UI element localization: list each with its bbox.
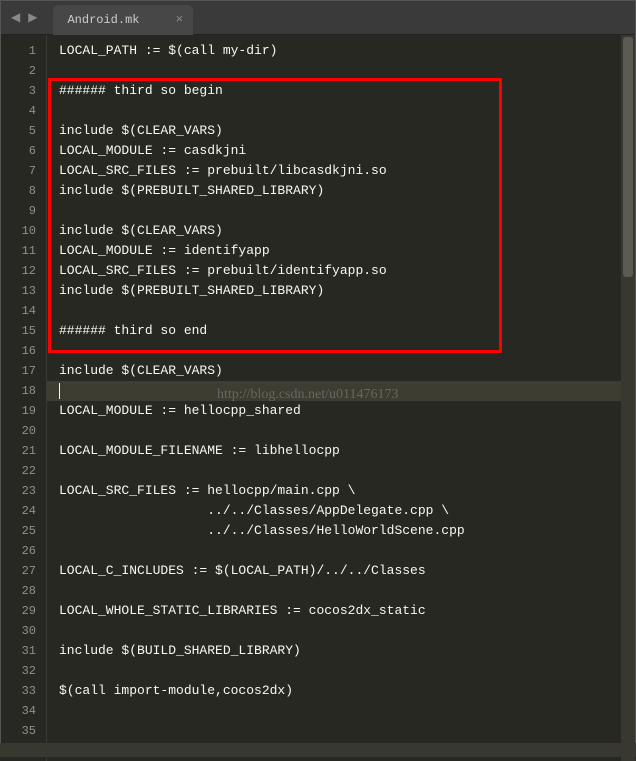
- line-number: 8: [1, 181, 46, 201]
- line-number-gutter: 1234567891011121314151617181920212223242…: [1, 35, 47, 761]
- line-number: 30: [1, 621, 46, 641]
- line-number: 32: [1, 661, 46, 681]
- code-line[interactable]: [59, 541, 635, 561]
- line-number: 18: [1, 381, 46, 401]
- horizontal-scrollbar[interactable]: [0, 743, 636, 757]
- line-number: 28: [1, 581, 46, 601]
- line-number: 29: [1, 601, 46, 621]
- code-line[interactable]: [59, 661, 635, 681]
- code-line[interactable]: [59, 201, 635, 221]
- line-number: 27: [1, 561, 46, 581]
- code-line[interactable]: LOCAL_MODULE := hellocpp_shared: [59, 401, 635, 421]
- code-line[interactable]: [59, 421, 635, 441]
- line-number: 14: [1, 301, 46, 321]
- line-number: 3: [1, 81, 46, 101]
- line-number: 31: [1, 641, 46, 661]
- text-cursor: [59, 383, 60, 399]
- code-line[interactable]: [59, 621, 635, 641]
- line-number: 10: [1, 221, 46, 241]
- line-number: 35: [1, 721, 46, 741]
- code-line[interactable]: include $(CLEAR_VARS): [59, 221, 635, 241]
- tab-file[interactable]: Android.mk ×: [53, 5, 193, 35]
- code-line[interactable]: ../../Classes/AppDelegate.cpp \: [59, 501, 635, 521]
- code-line[interactable]: LOCAL_MODULE := casdkjni: [59, 141, 635, 161]
- line-number: 9: [1, 201, 46, 221]
- code-line[interactable]: LOCAL_SRC_FILES := hellocpp/main.cpp \: [59, 481, 635, 501]
- close-icon[interactable]: ×: [175, 12, 183, 27]
- line-number: 24: [1, 501, 46, 521]
- code-line[interactable]: include $(PREBUILT_SHARED_LIBRARY): [59, 181, 635, 201]
- line-number: 15: [1, 321, 46, 341]
- code-line[interactable]: LOCAL_C_INCLUDES := $(LOCAL_PATH)/../../…: [59, 561, 635, 581]
- code-line[interactable]: [59, 581, 635, 601]
- line-number: 16: [1, 341, 46, 361]
- code-line[interactable]: include $(BUILD_SHARED_LIBRARY): [59, 641, 635, 661]
- code-line[interactable]: ###### third so begin: [59, 81, 635, 101]
- code-line[interactable]: include $(CLEAR_VARS): [59, 121, 635, 141]
- editor[interactable]: 1234567891011121314151617181920212223242…: [1, 35, 635, 761]
- code-line[interactable]: $(call import-module,cocos2dx): [59, 681, 635, 701]
- code-line[interactable]: ../../Classes/HelloWorldScene.cpp: [59, 521, 635, 541]
- line-number: 2: [1, 61, 46, 81]
- line-number: 19: [1, 401, 46, 421]
- vertical-scrollbar[interactable]: [621, 35, 635, 761]
- nav-next-icon[interactable]: ▶: [24, 10, 41, 25]
- scroll-thumb[interactable]: [623, 37, 633, 277]
- code-line[interactable]: LOCAL_MODULE := identifyapp: [59, 241, 635, 261]
- line-number: 17: [1, 361, 46, 381]
- line-number: 11: [1, 241, 46, 261]
- code-line[interactable]: [59, 461, 635, 481]
- code-line[interactable]: [59, 61, 635, 81]
- tab-filename: Android.mk: [67, 13, 139, 27]
- line-number: 7: [1, 161, 46, 181]
- line-number: 25: [1, 521, 46, 541]
- line-number: 33: [1, 681, 46, 701]
- code-line[interactable]: ###### third so end: [59, 321, 635, 341]
- code-line[interactable]: [59, 101, 635, 121]
- code-line[interactable]: LOCAL_SRC_FILES := prebuilt/identifyapp.…: [59, 261, 635, 281]
- code-line[interactable]: include $(PREBUILT_SHARED_LIBRARY): [59, 281, 635, 301]
- line-number: 34: [1, 701, 46, 721]
- code-line[interactable]: LOCAL_SRC_FILES := prebuilt/libcasdkjni.…: [59, 161, 635, 181]
- line-number: 13: [1, 281, 46, 301]
- code-line[interactable]: [59, 721, 635, 741]
- line-number: 5: [1, 121, 46, 141]
- line-number: 22: [1, 461, 46, 481]
- nav-prev-icon[interactable]: ◀: [7, 10, 24, 25]
- line-number: 26: [1, 541, 46, 561]
- code-line[interactable]: include $(CLEAR_VARS): [59, 361, 635, 381]
- code-line[interactable]: LOCAL_PATH := $(call my-dir): [59, 41, 635, 61]
- line-number: 23: [1, 481, 46, 501]
- code-line[interactable]: [59, 701, 635, 721]
- line-number: 4: [1, 101, 46, 121]
- code-line[interactable]: LOCAL_WHOLE_STATIC_LIBRARIES := cocos2dx…: [59, 601, 635, 621]
- line-number: 20: [1, 421, 46, 441]
- code-area[interactable]: LOCAL_PATH := $(call my-dir) ###### third…: [47, 35, 635, 761]
- line-number: 1: [1, 41, 46, 61]
- code-line[interactable]: LOCAL_MODULE_FILENAME := libhellocpp: [59, 441, 635, 461]
- line-number: 6: [1, 141, 46, 161]
- line-number: 12: [1, 261, 46, 281]
- line-number: 21: [1, 441, 46, 461]
- code-line[interactable]: [59, 301, 635, 321]
- code-line[interactable]: [47, 381, 635, 401]
- code-line[interactable]: [59, 341, 635, 361]
- titlebar: ◀ ▶ Android.mk ×: [1, 1, 635, 35]
